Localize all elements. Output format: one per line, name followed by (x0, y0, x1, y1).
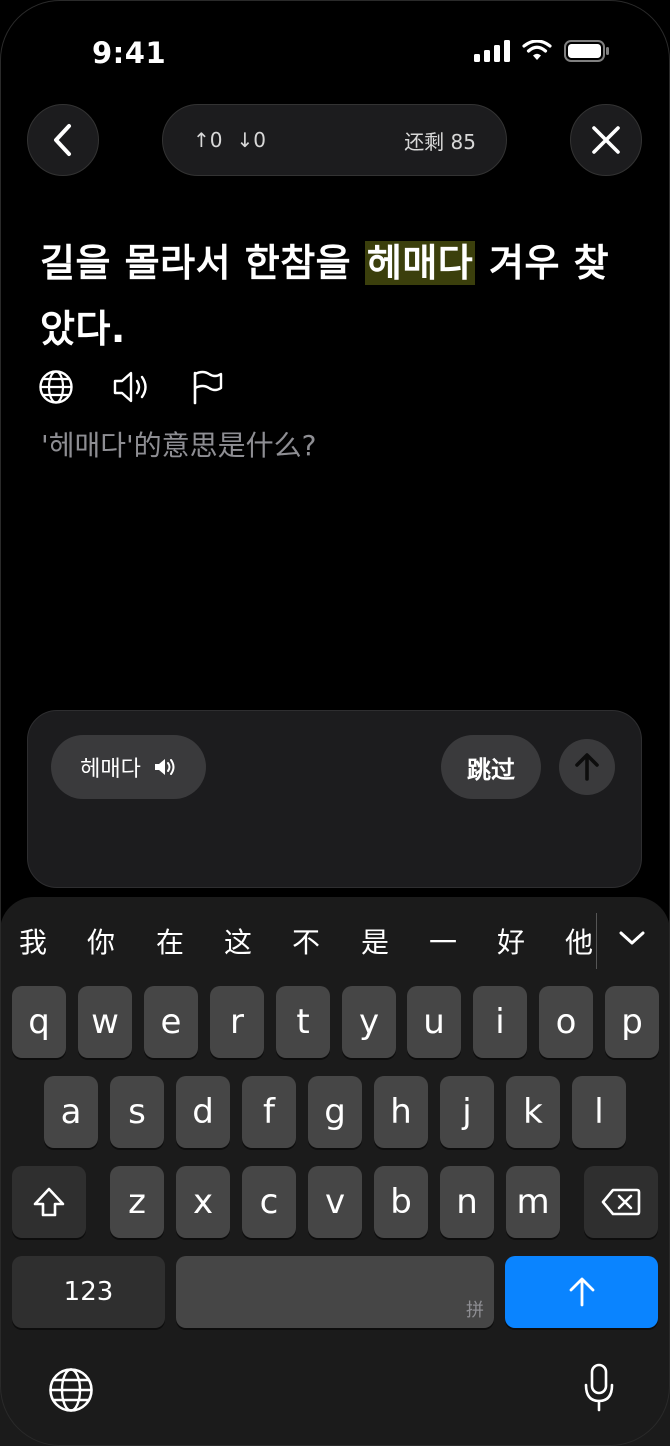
keyboard: 我 你 在 这 不 是 一 好 他 q w e r t y u i o p a … (0, 897, 670, 1446)
flag-icon[interactable] (190, 369, 224, 405)
delete-key[interactable] (584, 1166, 658, 1238)
speaker-filled-icon (154, 759, 175, 775)
key-letter[interactable]: a (44, 1076, 98, 1148)
arrow-up-icon (569, 1277, 594, 1307)
key-letter[interactable]: r (210, 986, 264, 1058)
remaining-count: 还剩 85 (404, 129, 476, 154)
key-letter[interactable]: g (308, 1076, 362, 1148)
up-count: ↑0 (193, 128, 223, 152)
key-letter[interactable]: z (110, 1166, 164, 1238)
key-letter[interactable]: l (572, 1076, 626, 1148)
answer-panel[interactable]: 헤매다 跳过 (27, 710, 642, 888)
arrow-up-icon (575, 753, 599, 781)
key-letter[interactable]: h (374, 1076, 428, 1148)
key-letter[interactable]: n (440, 1166, 494, 1238)
question-text: '헤매다'的意思是什么? (41, 429, 317, 462)
candidate-item[interactable]: 你 (87, 921, 115, 961)
candidate-item[interactable]: 这 (224, 921, 252, 961)
korean-sentence: 길을 몰라서 한참을 헤매다 겨우 찾았다. (40, 230, 640, 362)
skip-button[interactable]: 跳过 (441, 735, 541, 799)
key-letter[interactable]: t (276, 986, 330, 1058)
candidate-item[interactable]: 在 (156, 921, 184, 961)
word-chip-label: 헤매다 (80, 757, 141, 782)
key-letter[interactable]: m (506, 1166, 560, 1238)
sentence-tools (38, 369, 224, 405)
shift-icon (33, 1187, 65, 1217)
candidate-divider (596, 913, 597, 969)
backspace-icon (601, 1188, 641, 1216)
close-button[interactable] (570, 104, 642, 176)
status-icons (474, 40, 610, 62)
key-letter[interactable]: x (176, 1166, 230, 1238)
progress-pill: ↑0 ↓0 还剩 85 (162, 104, 507, 176)
sentence-before: 길을 몰라서 한참을 (40, 241, 365, 285)
key-letter[interactable]: f (242, 1076, 296, 1148)
key-letter[interactable]: j (440, 1076, 494, 1148)
send-button[interactable] (559, 739, 615, 795)
key-letter[interactable]: o (539, 986, 593, 1058)
candidate-item[interactable]: 是 (361, 921, 389, 961)
microphone-icon[interactable] (583, 1363, 615, 1413)
globe-icon[interactable] (48, 1367, 94, 1413)
key-letter[interactable]: e (144, 986, 198, 1058)
chevron-down-icon[interactable] (618, 930, 646, 946)
shift-key[interactable] (12, 1166, 86, 1238)
cellular-signal-icon (474, 40, 510, 62)
candidate-item[interactable]: 他 (565, 921, 593, 961)
key-letter[interactable]: i (473, 986, 527, 1058)
wifi-icon (522, 40, 552, 60)
back-button[interactable] (27, 104, 99, 176)
key-letter[interactable]: w (78, 986, 132, 1058)
key-letter[interactable]: s (110, 1076, 164, 1148)
word-chip[interactable]: 헤매다 (51, 735, 206, 799)
numbers-key[interactable]: 123 (12, 1256, 165, 1328)
speaker-icon[interactable] (112, 369, 152, 405)
key-letter[interactable]: y (342, 986, 396, 1058)
candidate-item[interactable]: 一 (429, 921, 457, 961)
candidate-item[interactable]: 好 (497, 921, 525, 961)
highlighted-word[interactable]: 헤매다 (364, 241, 476, 285)
key-letter[interactable]: p (605, 986, 659, 1058)
key-letter[interactable]: b (374, 1166, 428, 1238)
candidate-item[interactable]: 不 (292, 921, 320, 961)
globe-icon[interactable] (38, 369, 74, 405)
status-time: 9:41 (92, 36, 167, 70)
key-letter[interactable]: d (176, 1076, 230, 1148)
key-letter[interactable]: q (12, 986, 66, 1058)
battery-icon (564, 40, 609, 62)
candidate-bar: 我 你 在 这 不 是 一 好 他 (0, 917, 670, 965)
space-key[interactable]: 拼 (176, 1256, 494, 1328)
close-icon (592, 126, 620, 154)
key-letter[interactable]: k (506, 1076, 560, 1148)
chevron-left-icon (54, 124, 71, 156)
key-letter[interactable]: u (407, 986, 461, 1058)
key-letter[interactable]: v (308, 1166, 362, 1238)
return-key[interactable] (505, 1256, 658, 1328)
pinyin-hint: 拼 (466, 1300, 484, 1321)
down-count: ↓0 (236, 128, 266, 152)
candidate-item[interactable]: 我 (19, 921, 47, 961)
key-letter[interactable]: c (242, 1166, 296, 1238)
